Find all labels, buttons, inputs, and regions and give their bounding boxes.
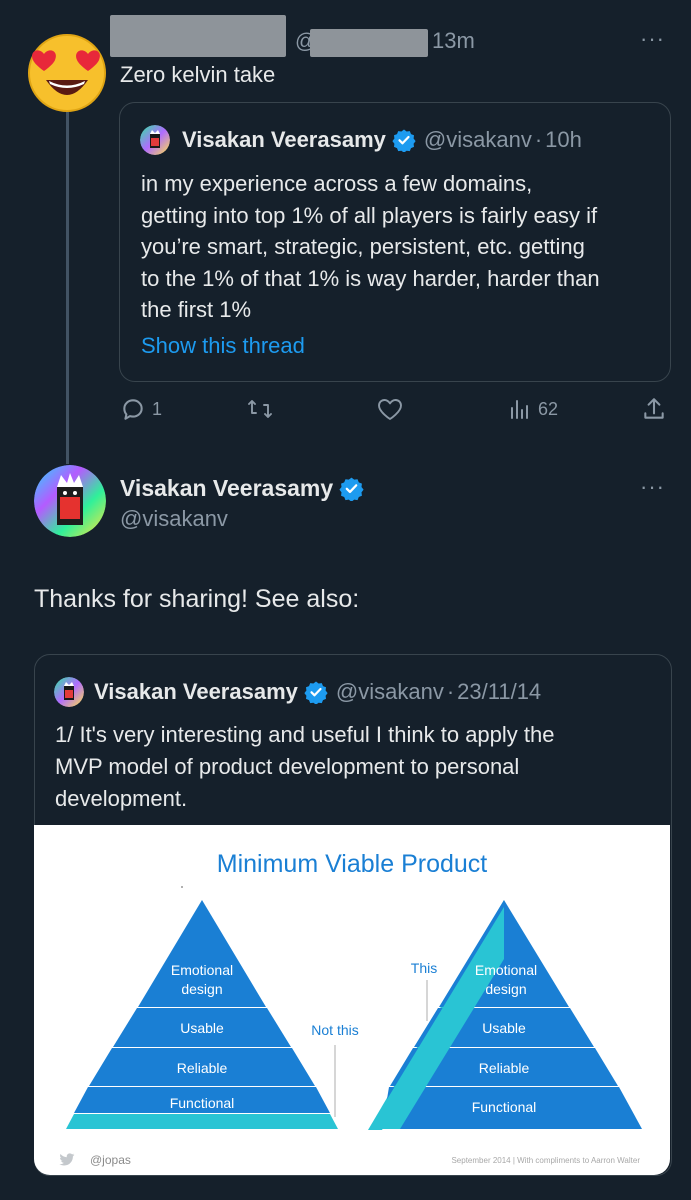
quoted-tweet-body: in my experience across a few domains, g… (141, 168, 600, 326)
right-label-emotional: Emotional (475, 962, 537, 978)
right-label-design: design (485, 981, 526, 997)
views-bar-chart-icon (511, 400, 528, 419)
right-label-usable: Usable (482, 1020, 526, 1036)
verified-badge-icon (339, 477, 364, 501)
quoted-tweet-header: Visakan Veerasamy @visakanv · 10h (140, 125, 582, 155)
main-tweet-more-icon[interactable]: ··· (640, 474, 665, 500)
main-tweet-name-row: Visakan Veerasamy (120, 475, 364, 502)
quoted-2-line: MVP model of product development to pers… (55, 754, 520, 779)
retweet-action-button[interactable] (245, 397, 275, 421)
quoted-author-name[interactable]: Visakan Veerasamy (182, 127, 386, 153)
reply-action-button[interactable]: 1 (120, 396, 162, 422)
views-action-button[interactable]: 62 (508, 397, 558, 421)
quoted-line: in my experience across a few domains, (141, 171, 533, 196)
quoted-tweet-2-body: 1/ It's very interesting and useful I th… (55, 719, 554, 815)
quoted-line: the first 1% (141, 297, 252, 322)
main-tweet-text: Thanks for sharing! See also: (34, 585, 360, 613)
retweet-icon (248, 400, 272, 418)
twitter-bird-icon (59, 1153, 75, 1166)
quoted-line: to the 1% of that 1% is way harder, hard… (141, 265, 600, 291)
reply-text: Zero kelvin take (120, 62, 276, 87)
main-author-handle[interactable]: @visakanv (120, 506, 228, 532)
left-label-design: design (181, 981, 222, 997)
left-label-functional: Functional (170, 1095, 235, 1111)
credit-handle: @jopas (90, 1153, 131, 1167)
quoted-2-line: 1/ It's very interesting and useful I th… (55, 722, 555, 747)
verified-badge-icon (392, 129, 416, 152)
quoted-avatar-2[interactable] (54, 677, 84, 707)
heart-eyes-emoji-icon (28, 34, 106, 112)
reply-icon (123, 399, 143, 420)
not-this-label: Not this (311, 1022, 358, 1038)
share-action-button[interactable] (641, 396, 667, 422)
quoted-time[interactable]: 10h (545, 127, 582, 153)
quoted-2-author-handle[interactable]: @visakanv (336, 679, 444, 705)
reply-avatar-emoji[interactable] (24, 28, 110, 114)
separator-dot: · (534, 127, 543, 152)
redacted-display-name (110, 15, 286, 57)
quoted-tweet-2-header: Visakan Veerasamy @visakanv · 23/11/14 (54, 677, 541, 707)
left-label-reliable: Reliable (177, 1060, 228, 1076)
main-author-avatar[interactable] (34, 465, 106, 537)
quoted-2-line: development. (55, 786, 188, 811)
show-thread-link[interactable]: Show this thread (141, 333, 305, 359)
quoted-2-author-name[interactable]: Visakan Veerasamy (94, 679, 298, 705)
thread-connector-line (66, 112, 69, 464)
quoted-author-handle[interactable]: @visakanv (424, 127, 532, 153)
mvp-diagram-svg: Minimum Viable Product Emotional design … (59, 850, 642, 1167)
reply-count: 1 (152, 398, 163, 419)
verified-badge-icon (304, 681, 328, 704)
left-label-emotional: Emotional (171, 962, 233, 978)
quoted-line: getting into top 1% of all players is fa… (141, 202, 598, 228)
left-pyramid-base (66, 1114, 338, 1129)
right-label-functional: Functional (472, 1099, 537, 1115)
mvp-diagram-image[interactable]: Minimum Viable Product Emotional design … (34, 825, 670, 1175)
main-author-name[interactable]: Visakan Veerasamy (120, 475, 333, 502)
quoted-line: you’re smart, strategic, persistent, etc… (141, 234, 585, 259)
separator-dot: · (446, 679, 455, 704)
left-label-usable: Usable (180, 1020, 224, 1036)
reply-more-icon[interactable]: ··· (640, 26, 665, 52)
avatar-image (34, 465, 106, 537)
footer-note: September 2014 | With compliments to Aar… (451, 1156, 640, 1165)
reply-time[interactable]: 13m (432, 28, 475, 54)
quoted-2-date[interactable]: 23/11/14 (457, 679, 541, 705)
quoted-avatar[interactable] (140, 125, 170, 155)
share-icon (644, 398, 664, 419)
heart-icon (378, 399, 402, 420)
this-label: This (411, 960, 437, 976)
like-action-button[interactable] (376, 397, 404, 423)
redacted-handle (310, 29, 428, 57)
diagram-title: Minimum Viable Product (217, 850, 488, 878)
views-count: 62 (538, 398, 559, 419)
right-label-reliable: Reliable (479, 1060, 530, 1076)
